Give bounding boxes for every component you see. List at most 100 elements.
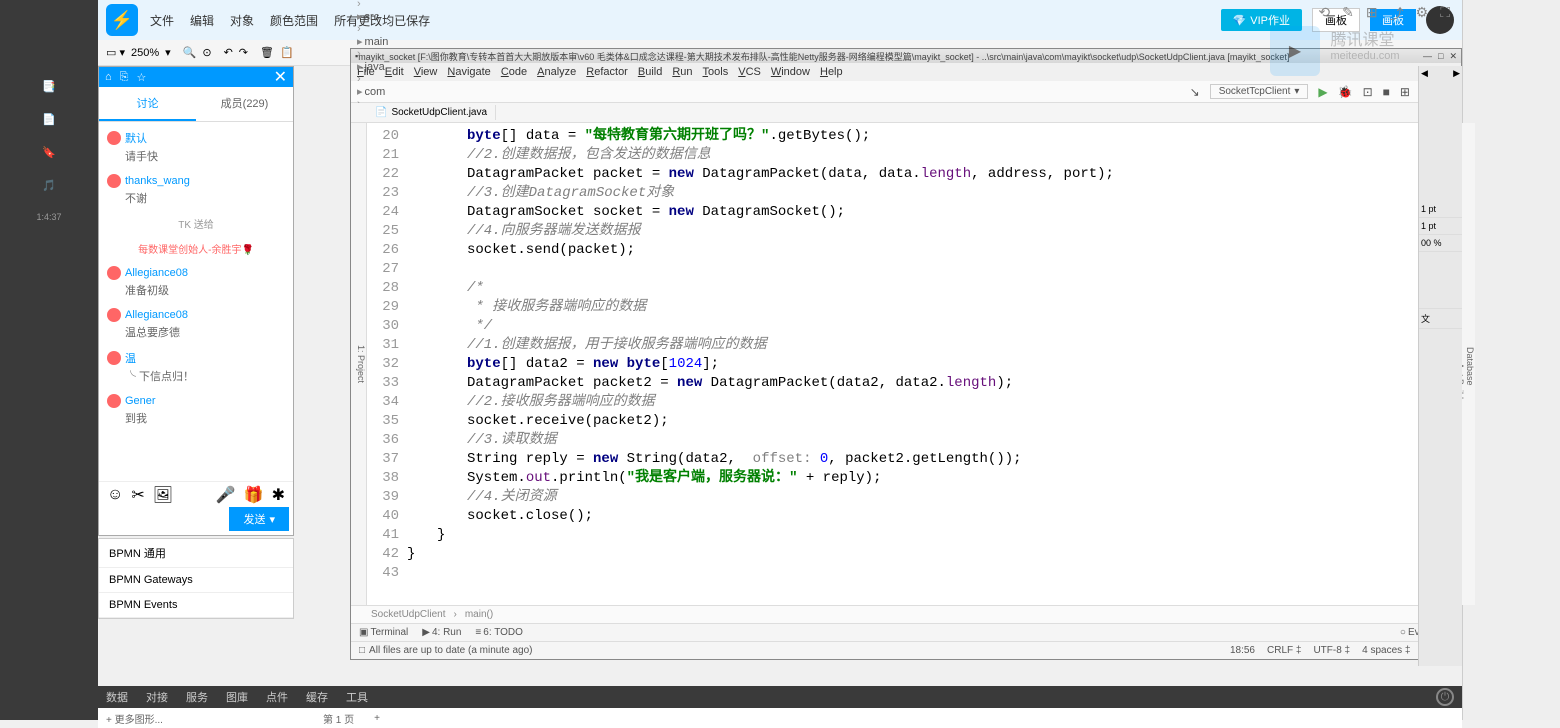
bc-method[interactable]: main() xyxy=(465,609,493,620)
app-logo-icon[interactable]: ⚡ xyxy=(106,4,138,36)
tab-run[interactable]: ▶ 4: Run xyxy=(422,627,461,638)
tab-todo[interactable]: ≡ 6: TODO xyxy=(475,627,523,638)
breadcrumb-item[interactable]: ▸ src xyxy=(357,10,446,23)
right-tool-gutter[interactable]: Database Ant Build xyxy=(1461,123,1475,605)
bottom-tab[interactable]: 缓存 xyxy=(306,689,328,705)
build-icon[interactable]: ↘ xyxy=(1190,85,1200,99)
share-icon[interactable]: ⤴ xyxy=(1390,4,1404,24)
breadcrumb-item[interactable]: ▸ java xyxy=(357,60,446,73)
prop-row[interactable]: 文 xyxy=(1419,309,1462,329)
page-number[interactable]: 第 1 页 xyxy=(323,711,354,726)
line-separator[interactable]: CRLF ‡ xyxy=(1267,645,1301,656)
minimize-icon[interactable]: — xyxy=(1423,51,1432,62)
scissors-icon[interactable]: ✂ xyxy=(131,485,144,505)
vip-badge[interactable]: 💎 VIP作业 xyxy=(1221,9,1302,31)
editor-tab[interactable]: 📄 SocketUdpClient.java xyxy=(367,105,496,120)
dropdown-icon[interactable]: ▭ ▾ xyxy=(106,46,125,59)
prop-row[interactable]: 1 pt xyxy=(1419,201,1462,218)
left-icon[interactable]: 1:4:37 xyxy=(36,212,61,222)
file-encoding[interactable]: UTF-8 ‡ xyxy=(1313,645,1350,656)
left-icon[interactable]: 📄 xyxy=(42,113,56,126)
code-editor[interactable]: 2021222324252627282930313233343536373839… xyxy=(367,123,1447,605)
cursor-position[interactable]: 18:56 xyxy=(1230,645,1255,656)
menu-run[interactable]: Run xyxy=(672,66,692,78)
tab-terminal[interactable]: ▣ Terminal xyxy=(359,627,408,638)
menu-color[interactable]: 颜色范围 xyxy=(270,12,318,29)
shape-category[interactable]: BPMN 通用 xyxy=(99,539,293,568)
add-page-icon[interactable]: + xyxy=(374,713,380,724)
shape-category[interactable]: BPMN Gateways xyxy=(99,568,293,593)
left-tool-gutter[interactable]: 1: Project xyxy=(351,123,367,605)
bottom-tab[interactable]: 服务 xyxy=(186,689,208,705)
menu-refactor[interactable]: Refactor xyxy=(586,66,628,78)
redo-icon[interactable]: ↷ xyxy=(239,46,248,59)
menu-build[interactable]: Build xyxy=(638,66,662,78)
bottom-tab[interactable]: 工具 xyxy=(346,689,368,705)
undo-icon[interactable]: ⟲ xyxy=(1318,4,1330,24)
power-icon[interactable]: ⏻ xyxy=(1436,688,1454,706)
bottom-tab[interactable]: 点件 xyxy=(266,689,288,705)
chat-titlebar[interactable]: ⌂ ⎘ ☆ ✕ xyxy=(99,67,293,87)
breadcrumb-item[interactable]: ▸ com xyxy=(357,85,446,98)
menu-edit[interactable]: 编辑 xyxy=(190,12,214,29)
tab-discuss[interactable]: 讨论 xyxy=(99,87,196,121)
image-icon[interactable]: 🖼 xyxy=(153,485,173,505)
indent-setting[interactable]: 4 spaces ‡ xyxy=(1362,645,1410,656)
prop-row[interactable]: 00 % xyxy=(1419,235,1462,252)
close-icon[interactable]: ✕ xyxy=(1449,51,1457,62)
grid-icon[interactable]: ⊞ xyxy=(1366,4,1378,24)
mic-icon[interactable]: 🎤 xyxy=(216,485,236,505)
star-icon[interactable]: ☆ xyxy=(136,71,146,84)
menu-window[interactable]: Window xyxy=(771,66,810,78)
menu-tools[interactable]: Tools xyxy=(703,66,729,78)
delete-icon[interactable]: 🗑 xyxy=(260,46,274,59)
run-icon[interactable]: ▶ xyxy=(1318,85,1327,99)
coverage-icon[interactable]: ⊡ xyxy=(1363,85,1373,99)
left-icon[interactable]: 🔖 xyxy=(42,146,56,159)
zoom-fit-icon[interactable]: ⊙ xyxy=(202,46,211,59)
menu-help[interactable]: Help xyxy=(820,66,843,78)
close-icon[interactable]: ✕ xyxy=(274,67,287,87)
chat-messages[interactable]: 默认请手快thanks_wang不谢TK 送给每数课堂创始人-余胜宇🌹Alleg… xyxy=(99,122,293,444)
undo-icon[interactable]: ↶ xyxy=(224,46,233,59)
menu-navigate[interactable]: Navigate xyxy=(447,66,490,78)
copy-icon[interactable]: ⎘ xyxy=(120,71,129,84)
stop-icon[interactable]: ■ xyxy=(1383,85,1390,99)
ide-titlebar[interactable]: ▪ mayikt_socket [F:\图你教育\专转本首首大大期放版本审\v6… xyxy=(351,49,1461,63)
left-icon[interactable]: 🎵 xyxy=(42,179,56,192)
menu-file[interactable]: 文件 xyxy=(150,12,174,29)
zoom-dropdown-icon[interactable]: ▾ xyxy=(165,46,171,59)
prop-row[interactable]: 1 pt xyxy=(1419,218,1462,235)
debug-icon[interactable]: 🐞 xyxy=(1338,85,1353,99)
code-content[interactable]: byte[] data = "每特教育第六期开班了吗？".getBytes();… xyxy=(407,123,1447,605)
search-icon[interactable]: 🔍 xyxy=(183,46,197,59)
prev-icon[interactable]: ◀ xyxy=(1421,68,1428,79)
next-icon[interactable]: ▶ xyxy=(1453,68,1460,79)
structure-icon[interactable]: ⊞ xyxy=(1400,85,1410,99)
zoom-level[interactable]: 250% xyxy=(131,47,159,59)
edit-icon[interactable]: ✎ xyxy=(1342,4,1354,24)
gift-icon[interactable]: 🎁 xyxy=(244,485,264,505)
gear-icon[interactable]: ⚙ xyxy=(1416,4,1429,24)
menu-analyze[interactable]: Analyze xyxy=(537,66,576,78)
shape-category[interactable]: BPMN Events xyxy=(99,593,293,618)
fullscreen-icon[interactable]: ⛶ xyxy=(1440,4,1450,24)
add-shapes[interactable]: + 更多图形... xyxy=(106,711,163,726)
home-icon[interactable]: ⌂ xyxy=(105,71,112,83)
menu-object[interactable]: 对象 xyxy=(230,12,254,29)
bottom-tab[interactable]: 对接 xyxy=(146,689,168,705)
run-config-dropdown[interactable]: SocketTcpClient ▾ xyxy=(1210,84,1309,99)
emoji-icon[interactable]: ☺ xyxy=(107,486,123,504)
bottom-tab[interactable]: 图庫 xyxy=(226,689,248,705)
settings-icon[interactable]: ✱ xyxy=(272,485,285,505)
maximize-icon[interactable]: □ xyxy=(1438,51,1443,62)
menu-code[interactable]: Code xyxy=(501,66,527,78)
bottom-tab[interactable]: 数据 xyxy=(106,689,128,705)
left-icon[interactable]: 📑 xyxy=(42,80,56,93)
menu-vcs[interactable]: VCS xyxy=(738,66,761,78)
database-tool[interactable]: Database xyxy=(1465,127,1475,605)
bc-class[interactable]: SocketUdpClient xyxy=(371,609,445,620)
send-button[interactable]: 发送 ▾ xyxy=(229,507,289,531)
breadcrumb-item[interactable]: ▸ main xyxy=(357,35,446,48)
layers-icon[interactable]: 📋 xyxy=(280,46,294,59)
